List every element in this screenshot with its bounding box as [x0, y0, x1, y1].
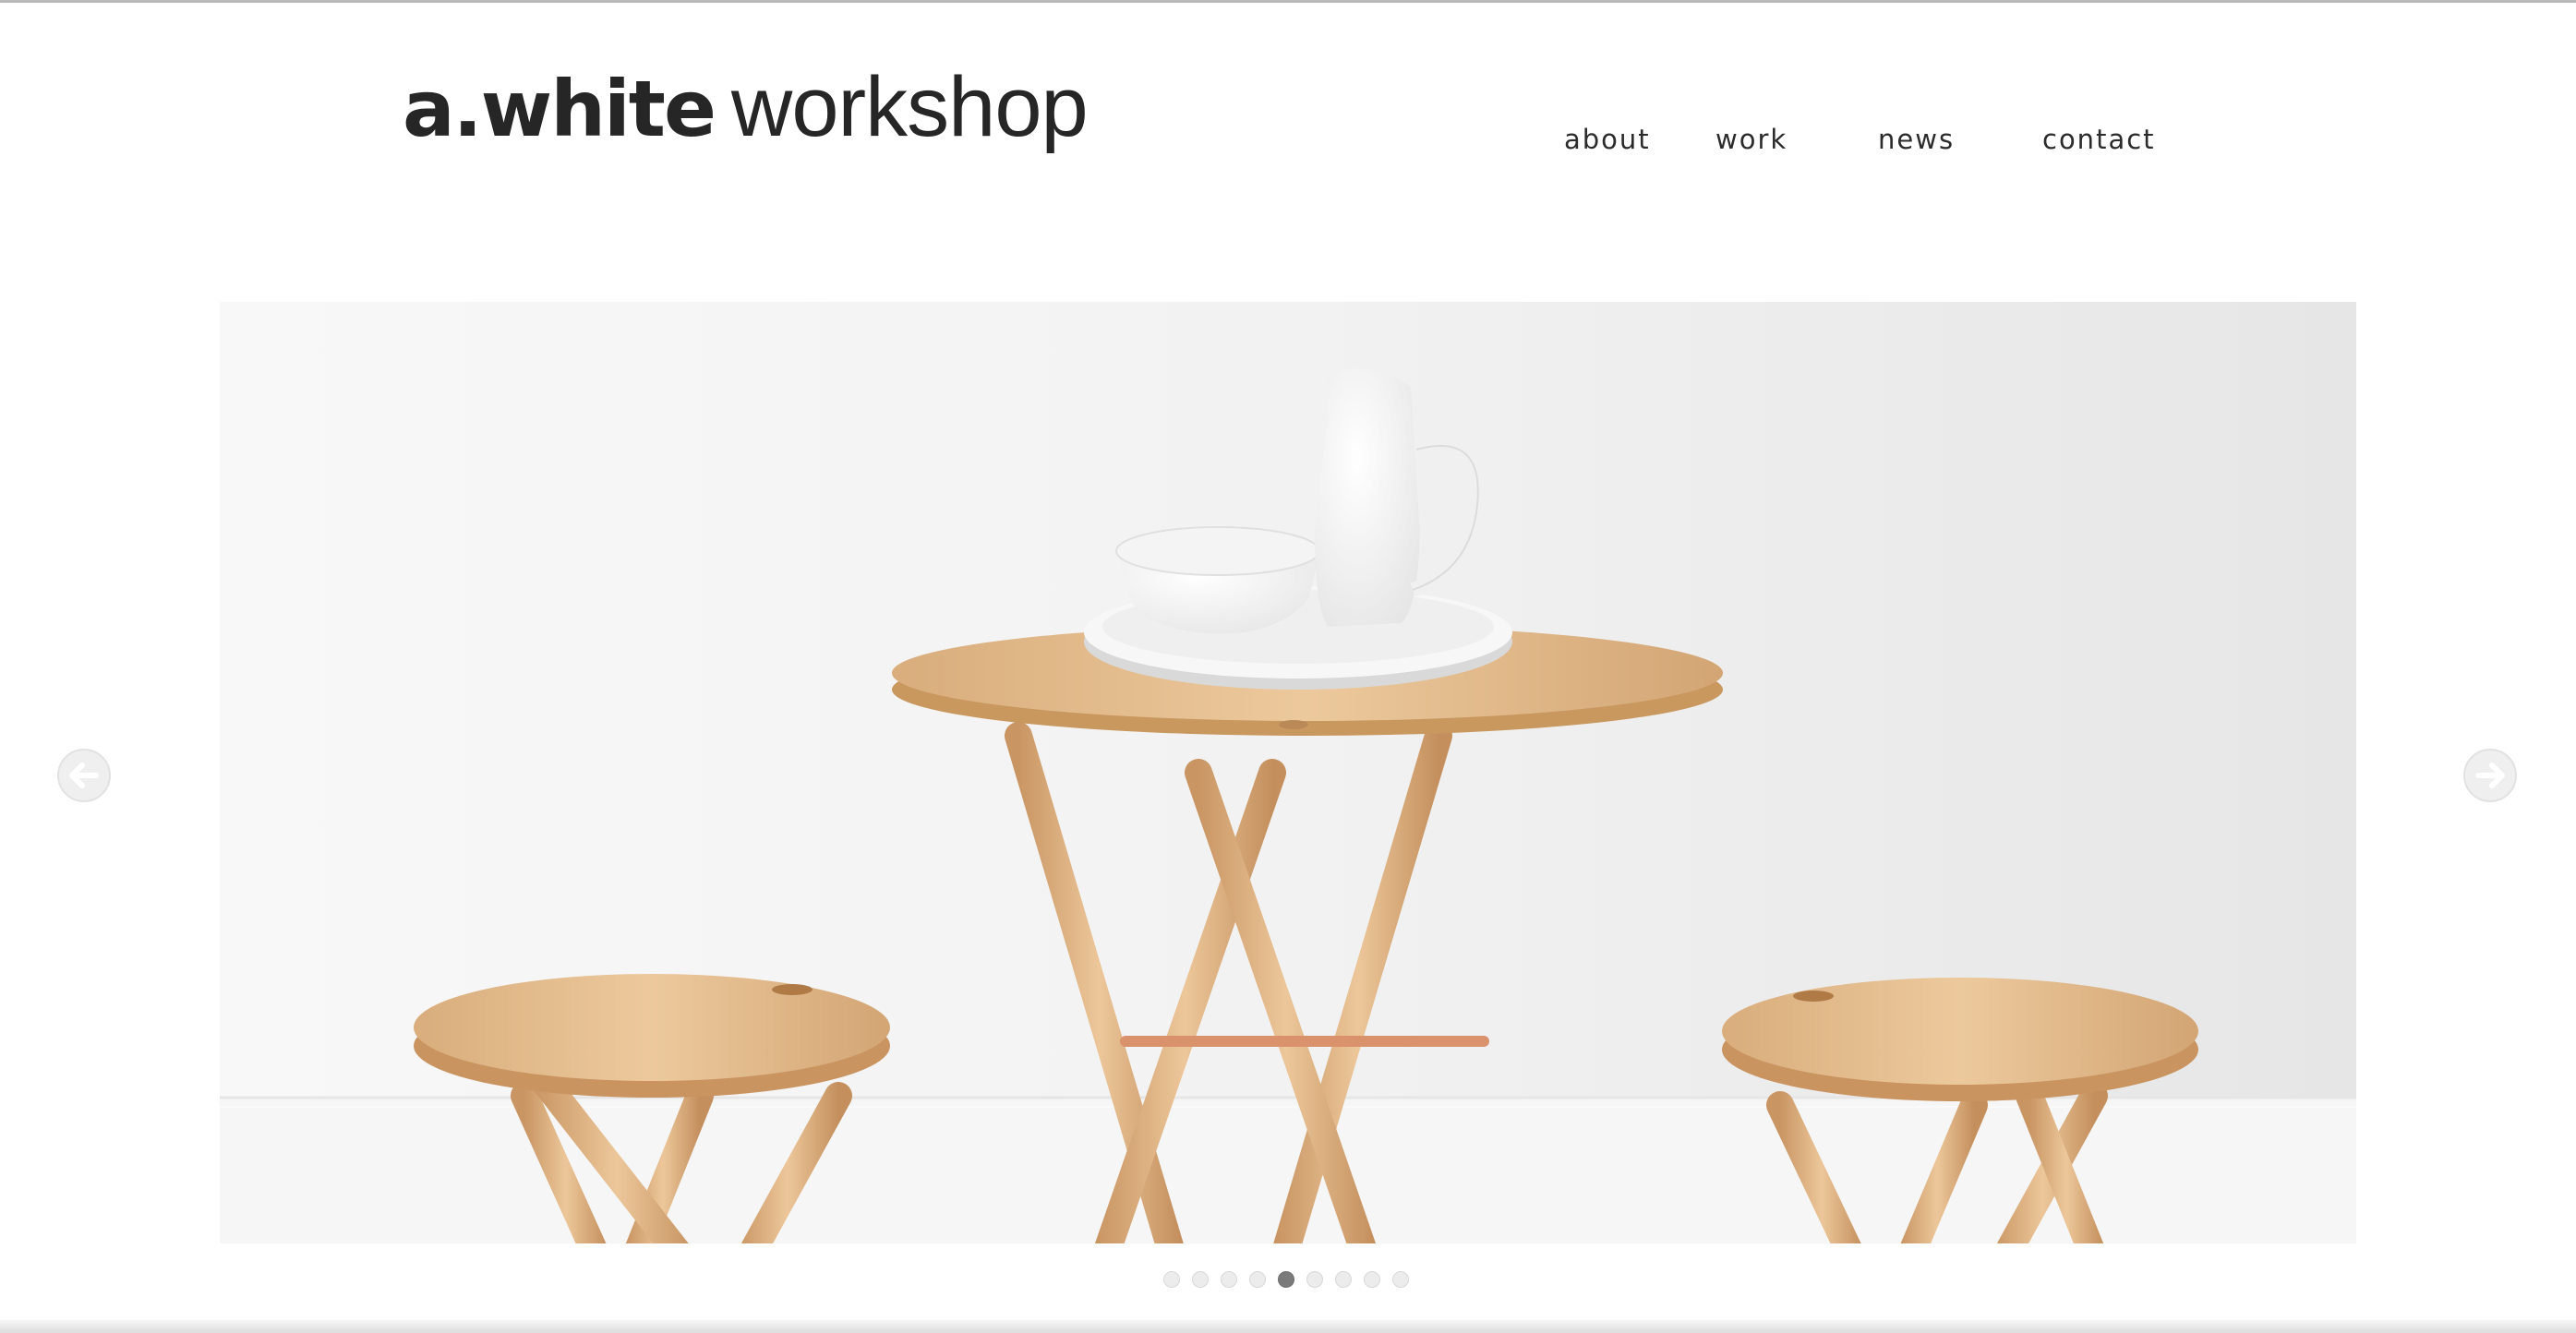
hero-slider[interactable]	[220, 302, 2356, 1243]
nav-about[interactable]: about	[1564, 124, 1651, 155]
slider-dot[interactable]	[1249, 1271, 1266, 1288]
slider-dot[interactable]	[1192, 1271, 1209, 1288]
main-nav: about work news contact	[0, 124, 2576, 161]
arrow-left-icon	[69, 763, 99, 788]
slider-dot[interactable]	[1306, 1271, 1323, 1288]
nav-contact[interactable]: contact	[2042, 124, 2156, 155]
nav-news[interactable]: news	[1878, 124, 1955, 155]
slider-dot-active[interactable]	[1278, 1271, 1294, 1288]
slider-dot[interactable]	[1163, 1271, 1180, 1288]
arrow-right-icon	[2475, 763, 2505, 788]
slider-dot[interactable]	[1221, 1271, 1237, 1288]
slider-prev-button[interactable]	[57, 749, 111, 802]
nav-work[interactable]: work	[1715, 124, 1788, 155]
slider-next-button[interactable]	[2463, 749, 2517, 802]
top-border	[0, 0, 2576, 3]
slider-dot[interactable]	[1392, 1271, 1409, 1288]
slider-dot[interactable]	[1335, 1271, 1352, 1288]
slide-image	[220, 302, 2356, 1243]
bottom-shadow	[0, 1320, 2576, 1333]
slider-dot[interactable]	[1364, 1271, 1380, 1288]
